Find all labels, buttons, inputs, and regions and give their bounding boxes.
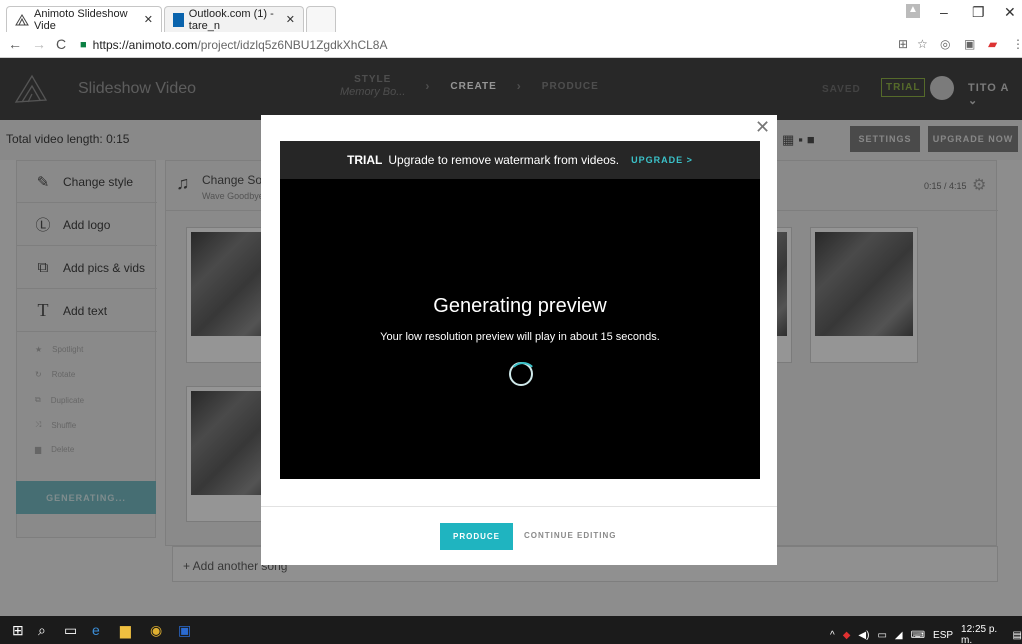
extension-icon[interactable]: ◎ <box>940 37 950 51</box>
chrome-icon[interactable]: ◉ <box>150 622 162 639</box>
produce-button[interactable]: PRODUCE <box>440 523 513 550</box>
file-explorer-icon[interactable]: ▆ <box>120 622 131 639</box>
browser-tab-strip: Animoto Slideshow Vide ✕ Outlook.com (1)… <box>0 0 1022 32</box>
url-host: https://animoto.com <box>92 37 198 52</box>
notifications-icon[interactable]: ▤ <box>1013 630 1022 641</box>
tab-label: Outlook.com (1) - tare_n <box>188 7 274 32</box>
windows-taskbar: ⊞ ⌕ ▭ e ▆ ◉ ▣ ^ ◆ ◀) ▭ ◢ ⌨ ESP 12:25 p. … <box>0 616 1022 644</box>
windows-start-icon[interactable]: ⊞ <box>12 622 24 639</box>
search-icon[interactable]: ⌕ <box>38 622 46 639</box>
divider <box>261 506 777 507</box>
tab-animoto[interactable]: Animoto Slideshow Vide ✕ <box>6 6 162 32</box>
continue-editing-link[interactable]: CONTINUE EDITING <box>524 531 616 540</box>
language-indicator[interactable]: ESP <box>933 630 953 641</box>
outlook-favicon-icon <box>173 12 184 27</box>
volume-icon[interactable]: ◀) <box>858 630 869 641</box>
tab-label: Animoto Slideshow Vide <box>34 7 128 32</box>
maximize-icon[interactable]: ❐ <box>972 4 985 21</box>
lock-icon: ■ <box>80 38 87 51</box>
forward-icon[interactable]: → <box>32 36 46 52</box>
address-bar: ← → C ■ https://animoto.com/project/idzl… <box>0 32 1022 58</box>
new-tab-button[interactable] <box>306 6 336 32</box>
task-view-icon[interactable]: ▭ <box>64 622 77 639</box>
reload-icon[interactable]: C <box>56 36 66 52</box>
url-field[interactable]: ■ https://animoto.com/project/idzlq5z6NB… <box>80 34 880 55</box>
close-window-icon[interactable]: ✕ <box>1004 4 1016 21</box>
close-tab-icon[interactable]: ✕ <box>286 13 295 26</box>
trial-banner: TRIAL Upgrade to remove watermark from v… <box>280 141 760 179</box>
animoto-favicon-icon <box>15 13 29 27</box>
word-icon[interactable]: ▣ <box>178 622 191 639</box>
trial-word: TRIAL <box>347 153 383 167</box>
video-preview: Generating preview Your low resolution p… <box>280 179 760 479</box>
minimize-icon[interactable]: – <box>940 4 948 20</box>
upgrade-link[interactable]: UPGRADE > <box>631 155 693 165</box>
extension-icon[interactable]: ▣ <box>964 37 975 51</box>
menu-icon[interactable]: ⋮ <box>1012 37 1022 51</box>
generating-message: Your low resolution preview will play in… <box>380 331 660 343</box>
url-path: /project/idzlq5z6NBU1ZgdkXhCL8A <box>197 37 388 52</box>
generating-title: Generating preview <box>433 295 607 317</box>
bookmark-star-icon[interactable]: ☆ <box>917 37 928 51</box>
edge-icon[interactable]: e <box>92 622 100 638</box>
system-tray: ^ ◆ ◀) ▭ ◢ ⌨ ESP 12:25 p. m. ▤ <box>830 624 1022 644</box>
clock[interactable]: 12:25 p. m. <box>961 624 1005 644</box>
close-tab-icon[interactable]: ✕ <box>144 13 153 26</box>
keyboard-icon[interactable]: ⌨ <box>911 630 925 641</box>
tab-outlook[interactable]: Outlook.com (1) - tare_n ✕ <box>164 6 304 32</box>
preview-modal: ✕ TRIAL Upgrade to remove watermark from… <box>261 115 777 565</box>
antivirus-icon[interactable]: ◆ <box>843 630 851 641</box>
profile-icon[interactable]: ▲ <box>906 4 920 18</box>
translate-icon[interactable]: ⊞ <box>898 37 908 51</box>
trial-text: Upgrade to remove watermark from videos. <box>388 153 620 167</box>
loading-spinner-icon <box>509 362 537 386</box>
network-icon[interactable]: ◢ <box>895 630 903 641</box>
extension-icon[interactable]: ▰ <box>988 37 997 51</box>
chevron-up-icon[interactable]: ^ <box>830 630 835 641</box>
close-icon[interactable]: ✕ <box>755 117 770 138</box>
battery-icon[interactable]: ▭ <box>877 630 886 641</box>
back-icon[interactable]: ← <box>8 36 22 52</box>
